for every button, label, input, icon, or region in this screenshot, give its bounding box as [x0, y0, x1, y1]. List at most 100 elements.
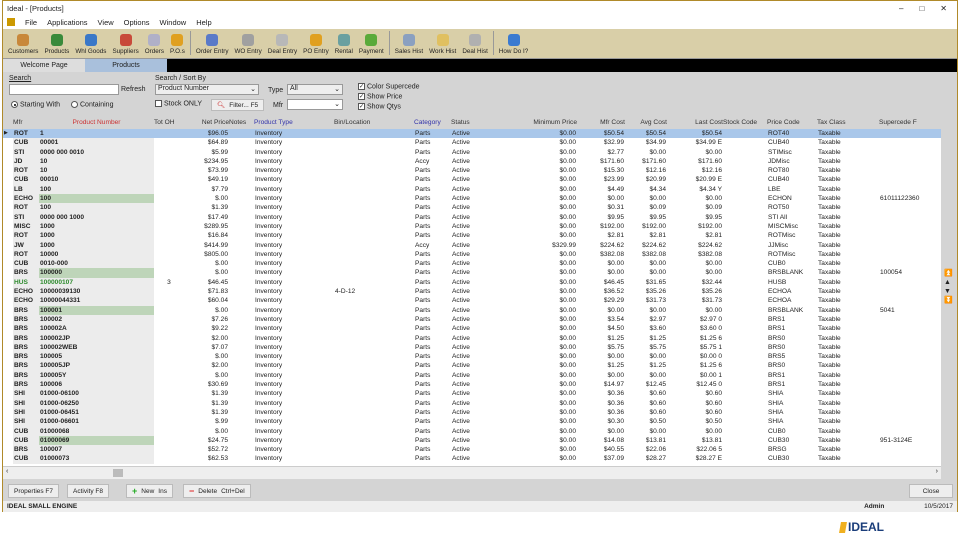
column-header-mfr[interactable]: Mfr [13, 116, 39, 129]
scroll-right-arrow[interactable]: › [936, 468, 938, 475]
horizontal-scrollbar[interactable]: ‹ › [3, 466, 941, 479]
menu-help[interactable]: Help [196, 18, 211, 27]
table-row[interactable]: BRS 100001 $.00 Inventory Parts Active $0.00 $0… [3, 305, 941, 315]
column-header-bin-location[interactable]: Bin/Location [334, 116, 414, 129]
type-select[interactable]: All ⌄ [287, 84, 343, 95]
table-row[interactable]: BRS 100002 $7.26 Inventory Parts Active $0.00 $… [3, 314, 941, 325]
column-header-status[interactable]: Status [451, 116, 498, 129]
search-input[interactable] [9, 84, 119, 95]
table-row[interactable]: STI 0000 000 0010 $5.99 Inventory Parts Activ… [3, 147, 941, 157]
table-row[interactable]: BRS 100005 $.00 Inventory Parts Active $0.00 $0… [3, 352, 941, 362]
delete-button[interactable]: − Delete Ctrl+Del [183, 484, 251, 498]
column-header-net-price[interactable]: Net Price [184, 116, 229, 129]
column-header-tax-class[interactable]: Tax Class [817, 116, 879, 129]
maximize-button[interactable]: □ [919, 4, 924, 13]
toolbar-work-hist-button[interactable]: Work Hist [426, 34, 459, 55]
column-header-minimum-price[interactable]: Minimum Price [498, 116, 577, 129]
table-row[interactable]: BRS 100006 $30.69 Inventory Parts Active $0.00… [3, 380, 941, 390]
toolbar-deal-entry-button[interactable]: Deal Entry [265, 34, 300, 55]
table-row[interactable]: BRS 100005JP $2.00 Inventory Parts Active $0.0… [3, 361, 941, 371]
table-row[interactable]: BRS 100007 $52.72 Inventory Parts Active $0.00… [3, 445, 941, 455]
menu-file[interactable]: File [25, 18, 37, 27]
containing-radio[interactable]: Containing [71, 101, 113, 108]
table-row[interactable]: CUB 00001 $64.89 Inventory Parts Active $0.00 $… [3, 138, 941, 148]
table-row[interactable]: BRS 100002WEB $7.07 Inventory Parts Active $0.… [3, 342, 941, 353]
column-header-product-number[interactable]: Product Number [39, 116, 154, 129]
table-row[interactable]: JD 10 $234.95 Inventory Accy Active $0.00 $171.… [3, 156, 941, 167]
table-row[interactable]: SHI 01000-06601 $.99 Inventory Parts Active $0… [3, 417, 941, 427]
scroll-arrows[interactable]: ⏫ ▲ ▼ ⏬ [944, 269, 953, 305]
toolbar-suppliers-button[interactable]: Suppliers [109, 34, 141, 55]
sort-by-select[interactable]: Product Number ⌄ [155, 84, 259, 95]
properties-button[interactable]: Properties F7 [8, 484, 60, 498]
toolbar-how-do-i-button[interactable]: How Do I? [496, 34, 531, 55]
table-row[interactable]: SHI 01000-06250 $1.39 Inventory Parts Active $… [3, 398, 941, 408]
tab-products[interactable]: Products [85, 59, 167, 72]
show-price-checkbox[interactable]: ✓ Show Price [358, 93, 402, 100]
toolbar-po-entry-button[interactable]: PO Entry [300, 34, 332, 55]
table-row[interactable]: ROT 100 $1.39 Inventory Parts Active $0.00 $0.3… [3, 203, 941, 213]
toolbar-p-o-s-button[interactable]: P.O.s [167, 34, 188, 55]
table-row[interactable]: ROT 1000 $16.84 Inventory Parts Active $0.00 $2… [3, 231, 941, 241]
tab-welcome-page[interactable]: Welcome Page [3, 59, 85, 72]
column-header-notes[interactable]: Notes [229, 116, 254, 129]
column-header-avg-cost[interactable]: Avg Cost [625, 116, 667, 129]
filter-button[interactable]: 🔍︎ Filter... F5 [211, 99, 265, 111]
scroll-left-arrow[interactable]: ‹ [6, 468, 8, 475]
column-header-last-cost[interactable]: Last Cost [667, 116, 723, 129]
show-qtys-checkbox[interactable]: ✓ Show Qtys [358, 103, 401, 110]
table-row[interactable]: ROT 10 $73.99 Inventory Parts Active $0.00 $15.… [3, 166, 941, 176]
column-header-product-type[interactable]: Product Type [254, 116, 334, 129]
column-header-tot-oh[interactable]: Tot OH [154, 116, 184, 129]
menu-window[interactable]: Window [160, 18, 187, 27]
table-row[interactable]: STI 0000 000 1000 $17.49 Inventory Parts Acti… [3, 212, 941, 222]
toolbar-orders-button[interactable]: Orders [142, 34, 167, 55]
column-header-mfr-cost[interactable]: Mfr Cost [577, 116, 625, 129]
vertical-scrollbar[interactable]: ⏫ ▲ ▼ ⏬ [942, 129, 954, 466]
table-row[interactable]: MISC 1000 $289.95 Inventory Parts Active $0.00… [3, 221, 941, 232]
menu-applications[interactable]: Applications [47, 18, 87, 27]
table-row[interactable]: JW 1000 $414.99 Inventory Accy Active $329.99 $… [3, 240, 941, 250]
color-supercede-checkbox[interactable]: ✓ Color Supercede [358, 83, 420, 90]
table-row[interactable]: ROT 10000 $805.00 Inventory Parts Active $0.00… [3, 249, 941, 260]
new-button[interactable]: + New Ins [126, 484, 173, 498]
table-row[interactable]: ▶ ROT 1 $96.05 Inventory Parts Active $0.00 $50.… [3, 129, 941, 139]
table-row[interactable]: BRS 100002JP $2.00 Inventory Parts Active $0.0… [3, 333, 941, 343]
toolbar-wo-entry-button[interactable]: WO Entry [231, 34, 264, 55]
toolbar-whl-goods-button[interactable]: Whl Goods [72, 34, 109, 55]
column-header-supercede-f[interactable]: Supercede F [879, 116, 941, 129]
close-button[interactable]: Close [909, 484, 953, 498]
scroll-thumb[interactable] [113, 469, 123, 477]
toolbar-deal-hist-button[interactable]: Deal Hist [459, 34, 491, 55]
activity-button[interactable]: Activity F8 [67, 484, 109, 498]
table-row[interactable]: CUB 0010-000 $.00 Inventory Parts Active $0.00… [3, 259, 941, 269]
toolbar-payment-button[interactable]: Payment [356, 34, 387, 55]
toolbar-sales-hist-button[interactable]: Sales Hist [392, 34, 426, 55]
menu-options[interactable]: Options [124, 18, 150, 27]
mfr-select[interactable]: ⌄ [287, 99, 343, 110]
stock-only-checkbox[interactable]: Stock ONLY [155, 100, 202, 107]
toolbar-customers-button[interactable]: Customers [5, 34, 41, 55]
toolbar-rental-button[interactable]: Rental [332, 34, 356, 55]
toolbar-order-entry-button[interactable]: Order Entry [193, 34, 232, 55]
table-row[interactable]: CUB 01000073 $62.53 Inventory Parts Active $0.… [3, 454, 941, 464]
table-row[interactable]: BRS 100005Y $.00 Inventory Parts Active $0.00 $… [3, 370, 941, 381]
table-row[interactable]: BRS 100000 $.00 Inventory Parts Active $0.00 $0… [3, 268, 941, 278]
table-row[interactable]: CUB 00010 $49.19 Inventory Parts Active $0.00 $… [3, 175, 941, 185]
column-header-price-code[interactable]: Price Code [767, 116, 817, 129]
column-header-stock-code[interactable]: Stock Code [723, 116, 767, 129]
toolbar-products-button[interactable]: Products [41, 34, 72, 55]
refresh-button[interactable]: Refresh [121, 86, 146, 93]
table-row[interactable]: ECHO 10000044331 $60.04 Inventory Parts Activ… [3, 296, 941, 306]
table-row[interactable]: ECHO 10000039130 $71.83 Inventory 4-D-12 Part… [3, 287, 941, 297]
minimize-button[interactable]: – [899, 4, 903, 13]
menu-view[interactable]: View [98, 18, 114, 27]
column-header-category[interactable]: Category [414, 116, 451, 129]
close-window-button[interactable]: ✕ [940, 4, 947, 13]
table-row[interactable]: HUS 100000107 3 $46.45 Inventory Parts Active $… [3, 277, 941, 288]
starting-with-radio[interactable]: Starting With [11, 101, 60, 108]
table-row[interactable]: LB 100 $7.79 Inventory Parts Active $0.00 $4.49… [3, 184, 941, 195]
table-row[interactable]: BRS 100002A $9.22 Inventory Parts Active $0.00… [3, 324, 941, 334]
table-row[interactable]: CUB 01000068 $.00 Inventory Parts Active $0.00… [3, 426, 941, 436]
table-row[interactable]: SHI 01000-06451 $1.39 Inventory Parts Active $… [3, 407, 941, 418]
